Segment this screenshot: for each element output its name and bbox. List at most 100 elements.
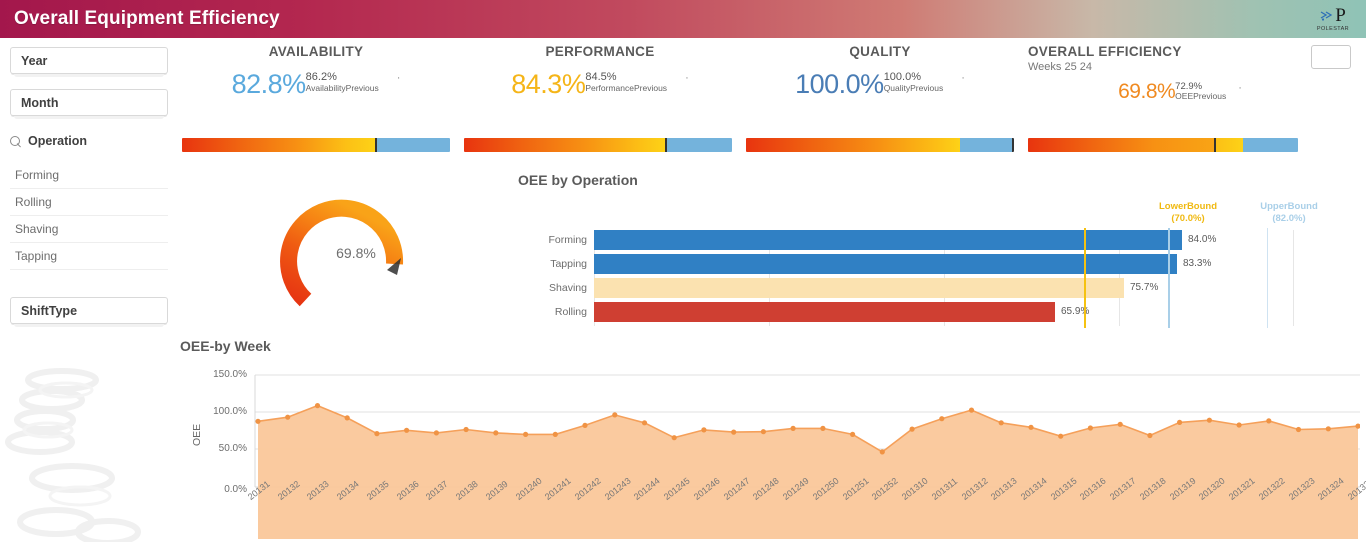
operation-label: Operation: [28, 134, 88, 148]
kpi-previous-value: 86.2%: [305, 71, 337, 83]
kpi-title: AVAILABILITY: [268, 44, 364, 59]
data-point[interactable]: [344, 415, 350, 421]
kpi-subtitle: Weeks 25 24: [1028, 61, 1093, 73]
year-filter[interactable]: Year: [10, 47, 168, 74]
shifttype-filter-shadow: [14, 324, 164, 327]
data-point[interactable]: [909, 426, 915, 432]
chart-right-edge: [1267, 228, 1268, 328]
bar-rolling[interactable]: [594, 302, 1055, 322]
upperbound-value: (82.0%): [1272, 212, 1306, 224]
data-point[interactable]: [1266, 418, 1272, 424]
data-point[interactable]: [1206, 417, 1212, 423]
list-item[interactable]: Rolling: [10, 189, 168, 216]
kpi-previous-label: QualityPrevious: [883, 82, 944, 93]
data-point[interactable]: [701, 427, 707, 433]
data-point[interactable]: [1177, 419, 1183, 425]
kpi-value: 100.0%: [795, 69, 884, 99]
oee-by-week-chart[interactable]: [180, 362, 1360, 542]
kpi-value: 84.3%: [511, 69, 586, 99]
data-point[interactable]: [939, 416, 945, 422]
kpi-title: QUALITY: [849, 44, 911, 59]
month-filter[interactable]: Month: [10, 89, 168, 116]
data-point[interactable]: [255, 418, 261, 424]
data-point[interactable]: [1147, 432, 1153, 439]
operation-item-label: Shaving: [15, 222, 59, 236]
kpi-title: PERFORMANCE: [545, 44, 655, 59]
kpi-oee-bar: [1028, 138, 1298, 152]
lowerbound-annotation: LowerBound (70.0%): [1142, 201, 1234, 225]
data-point[interactable]: [582, 422, 588, 428]
list-item[interactable]: Forming: [10, 162, 168, 189]
data-point[interactable]: [404, 427, 410, 433]
year-filter-shadow: [14, 74, 164, 77]
kpi-trend-indicator: ·: [685, 72, 689, 84]
bar-gradient-segment: [1028, 138, 1215, 152]
export-button[interactable]: [1311, 45, 1351, 69]
data-point[interactable]: [314, 403, 321, 409]
data-point[interactable]: [760, 429, 767, 435]
data-point[interactable]: [433, 430, 439, 436]
shifttype-filter[interactable]: ShiftType: [10, 297, 168, 324]
list-item[interactable]: Shaving: [10, 216, 168, 243]
data-point[interactable]: [463, 426, 469, 433]
bar-value-label: 75.7%: [1130, 282, 1159, 293]
data-point[interactable]: [968, 407, 975, 413]
data-point[interactable]: [523, 431, 529, 437]
operation-list: Forming Rolling Shaving Tapping: [10, 162, 168, 270]
data-point[interactable]: [671, 435, 677, 441]
bar-gradient-segment: [464, 138, 665, 152]
data-point[interactable]: [1028, 424, 1034, 430]
data-point[interactable]: [790, 425, 796, 431]
month-filter-shadow: [14, 116, 164, 119]
data-point[interactable]: [850, 431, 856, 437]
upperbound-label: UpperBound: [1260, 201, 1318, 212]
kpi-title: OVERALL EFFICIENCY: [1028, 44, 1182, 59]
oee-by-operation-title: OEE by Operation: [518, 172, 638, 188]
data-point[interactable]: [998, 420, 1004, 426]
year-filter-label: Year: [21, 53, 48, 68]
list-item[interactable]: Tapping: [10, 243, 168, 270]
operation-item-label: Forming: [15, 168, 60, 182]
bar-remainder-segment: [667, 138, 732, 152]
logo-letter: P: [1335, 5, 1346, 26]
oee-gauge: 69.8%: [258, 182, 436, 310]
oee-by-week-title: OEE-by Week: [180, 338, 271, 354]
bar-remainder-segment: [960, 138, 1012, 152]
bar-forming[interactable]: [594, 230, 1182, 250]
kpi-previous-label: OEEPrevious: [1175, 90, 1227, 101]
app-header: Overall Equipment Efficiency P POLESTAR: [0, 0, 1366, 38]
gauge-value: 69.8%: [336, 245, 376, 261]
kpi-performance-bar: [464, 138, 732, 152]
data-point[interactable]: [1295, 426, 1302, 433]
kpi-trend-indicator: ·: [396, 72, 401, 84]
bar-tapping[interactable]: [594, 254, 1177, 274]
data-point[interactable]: [1087, 425, 1093, 431]
data-point[interactable]: [285, 414, 291, 420]
data-point[interactable]: [374, 431, 380, 437]
kpi-quality-bar: [746, 138, 1014, 152]
data-point[interactable]: [612, 412, 618, 418]
kpi-value: 82.8%: [231, 69, 307, 99]
data-point[interactable]: [879, 449, 885, 455]
bar-category-label: Shaving: [549, 282, 587, 294]
data-point[interactable]: [820, 425, 826, 431]
upperbound-line: [1168, 228, 1170, 328]
data-point[interactable]: [493, 430, 499, 436]
kpi-trend-indicator: ·: [961, 72, 965, 84]
bar-shaving[interactable]: [594, 278, 1124, 298]
data-point[interactable]: [641, 420, 648, 426]
bar-gradient-segment: [746, 138, 961, 152]
bar-target-marker: [1012, 138, 1014, 152]
data-point[interactable]: [1058, 433, 1064, 439]
data-point[interactable]: [1117, 421, 1123, 427]
kpi-value: 69.8%: [1118, 80, 1176, 103]
data-point[interactable]: [1236, 422, 1242, 428]
bar-gradient-segment: [182, 138, 375, 152]
data-point[interactable]: [552, 431, 558, 437]
lowerbound-value: (70.0%): [1171, 212, 1205, 224]
bar-category-label: Tapping: [550, 258, 587, 270]
bar-remainder-segment: [1243, 138, 1298, 152]
operation-search[interactable]: Operation: [10, 130, 168, 152]
data-point[interactable]: [731, 429, 737, 435]
data-point[interactable]: [1325, 426, 1331, 432]
